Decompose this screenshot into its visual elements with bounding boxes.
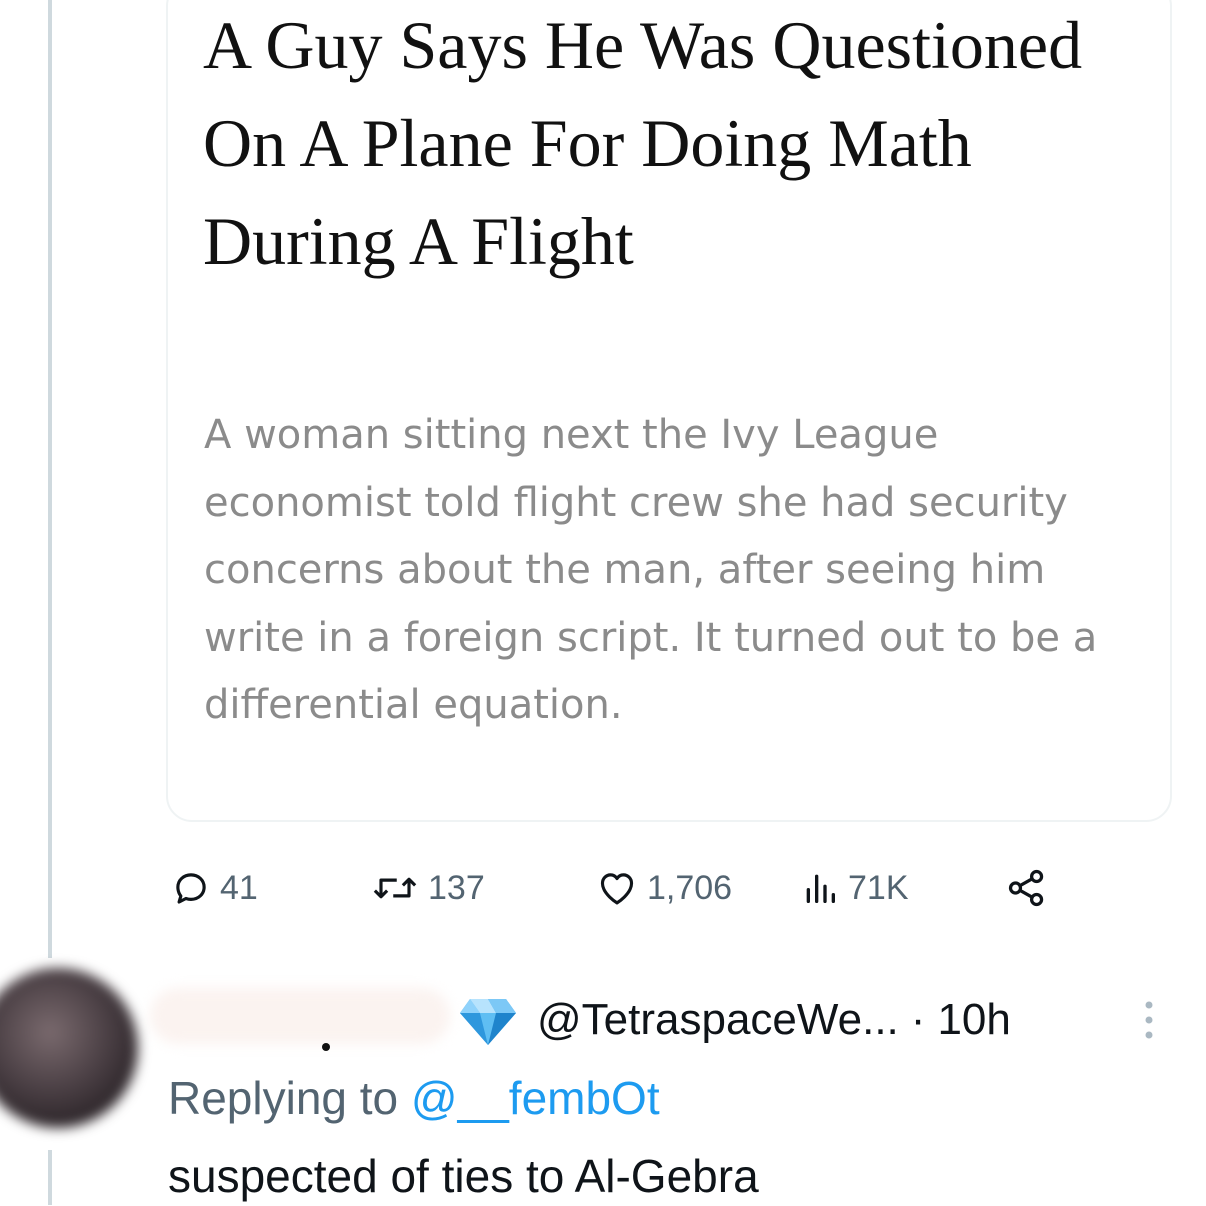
tweet-actions: 41 137 1,706 71K — [170, 860, 1070, 916]
like-icon — [595, 867, 639, 909]
separator-dot: · — [910, 995, 926, 1044]
thread-line — [48, 0, 52, 958]
views-button[interactable]: 71K — [800, 860, 909, 916]
replying-to-mention[interactable]: @__fembOt — [411, 1072, 660, 1124]
replying-to-label: Replying to — [168, 1072, 399, 1124]
article-subheadline: A woman sitting next the Ivy League econ… — [204, 412, 1098, 728]
reply-timestamp[interactable]: 10h — [937, 995, 1010, 1044]
like-count: 1,706 — [647, 868, 733, 907]
replying-to: Replying to @__fembOt — [168, 1068, 660, 1128]
share-icon — [1002, 865, 1052, 911]
like-button[interactable]: 1,706 — [595, 860, 732, 916]
retweet-count: 137 — [428, 868, 485, 907]
views-icon — [800, 867, 840, 909]
retweet-button[interactable]: 137 — [370, 860, 485, 916]
reply-icon — [170, 867, 212, 909]
avatar[interactable] — [0, 968, 138, 1128]
share-button[interactable] — [1002, 860, 1052, 916]
diamond-verified-icon — [458, 995, 518, 1047]
redaction-dot — [322, 1043, 330, 1051]
reply-header: @TetraspaceWe... · 10h — [537, 990, 1011, 1050]
more-options-icon[interactable] — [1139, 995, 1159, 1045]
views-count: 71K — [848, 868, 909, 907]
reply-text: suspected of ties to Al-Gebra — [168, 1150, 759, 1202]
thread-line-continued — [48, 1150, 52, 1205]
reply-count: 41 — [220, 868, 258, 907]
user-handle[interactable]: @TetraspaceWe... — [537, 995, 899, 1044]
retweet-icon — [370, 867, 420, 909]
display-name-redacted — [150, 988, 450, 1044]
article-headline: A Guy Says He Was Questioned On A Plane … — [203, 7, 1083, 279]
reply-button[interactable]: 41 — [170, 860, 258, 916]
